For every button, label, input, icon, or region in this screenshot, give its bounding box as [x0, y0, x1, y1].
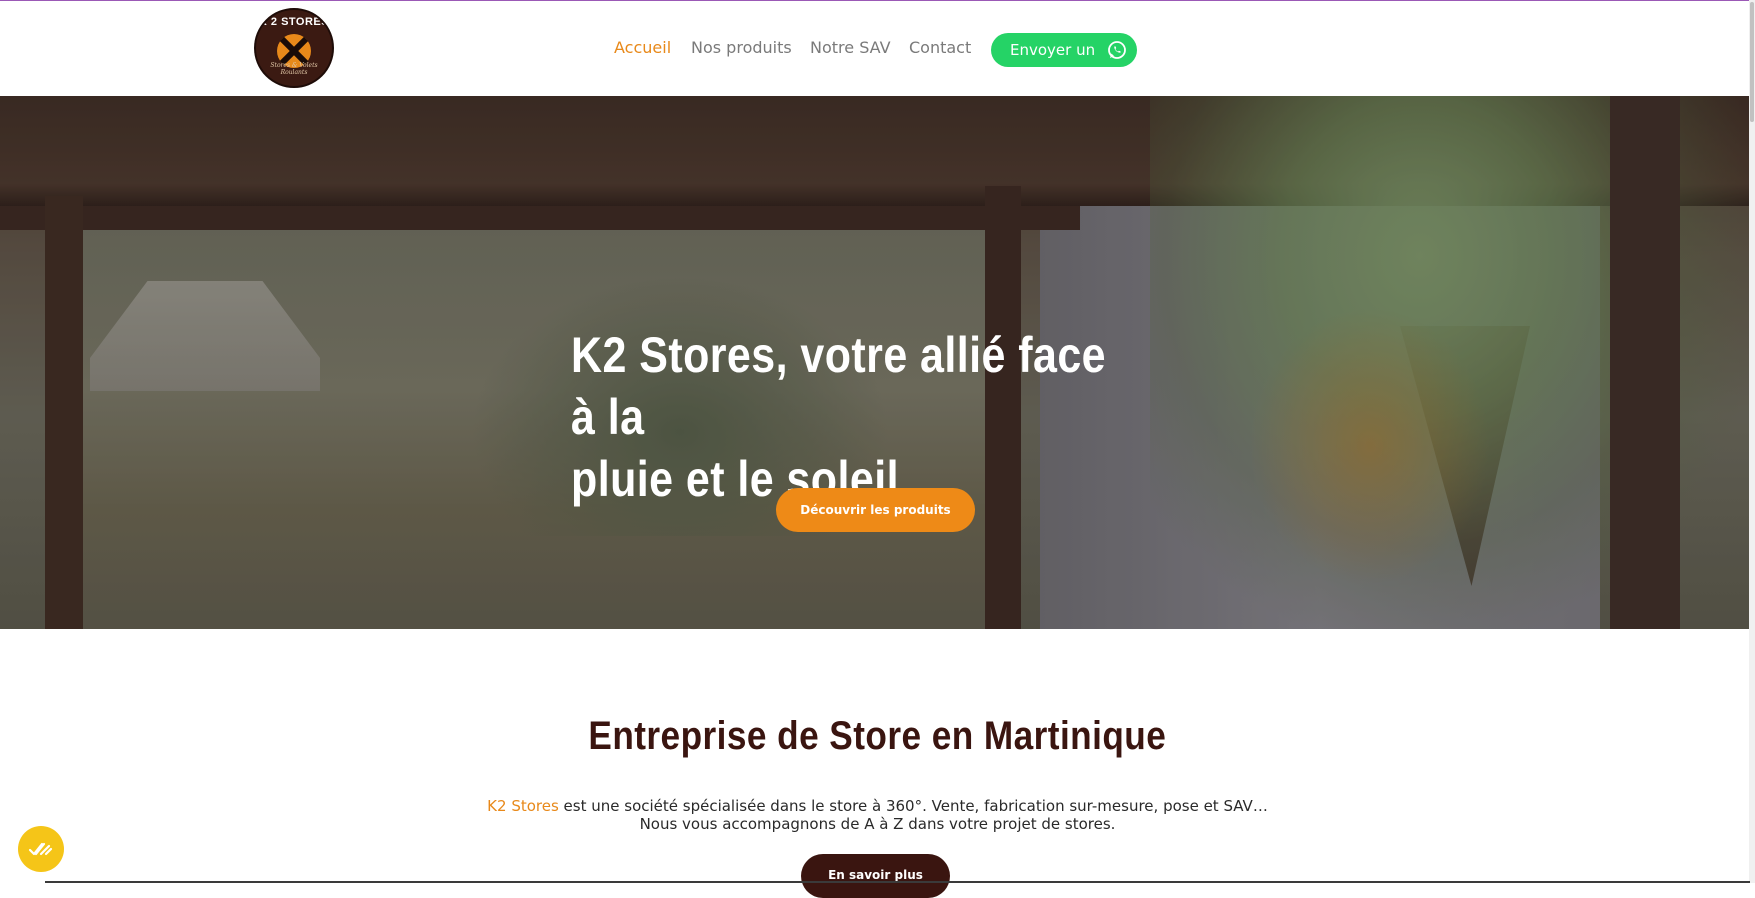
cookie-consent-button[interactable]: [18, 826, 64, 872]
whatsapp-button[interactable]: Envoyer un: [991, 33, 1137, 67]
nav-item-notre-sav[interactable]: Notre SAV: [810, 38, 891, 57]
discover-products-button[interactable]: Découvrir les produits: [776, 488, 975, 532]
intro-text: K2 Stores est une société spécialisée da…: [0, 797, 1755, 833]
logo-name: K 2 STORES: [258, 16, 330, 28]
logo[interactable]: K 2 STORES Stores & Volets Roulants: [254, 8, 334, 88]
hero-banner: K2 Stores, votre allié face à la pluie e…: [0, 96, 1749, 629]
brand-link[interactable]: K2 Stores: [487, 797, 559, 815]
learn-more-button[interactable]: En savoir plus: [801, 854, 950, 898]
nav-item-nos-produits[interactable]: Nos produits: [691, 38, 792, 57]
scrollbar-track[interactable]: [1749, 0, 1755, 883]
site-header: K 2 STORES Stores & Volets Roulants Accu…: [0, 1, 1755, 96]
section-title: Entreprise de Store en Martinique: [0, 714, 1755, 759]
intro-line-2: Nous vous accompagnons de A à Z dans vot…: [639, 815, 1116, 833]
logo-tagline: Stores & Volets Roulants: [270, 62, 318, 76]
whatsapp-button-label: Envoyer un: [1010, 41, 1096, 59]
hero-title: K2 Stores, votre allié face à la pluie e…: [571, 324, 1121, 510]
cookie-consent-icon: [28, 842, 53, 856]
nav-item-contact[interactable]: Contact: [909, 38, 971, 57]
intro-line-1-text: est une société spécialisée dans le stor…: [558, 797, 1268, 815]
hero-title-line1: K2 Stores, votre allié face à la: [571, 327, 1107, 445]
scrollbar-thumb[interactable]: [1750, 2, 1754, 122]
nav-item-accueil[interactable]: Accueil: [614, 38, 671, 57]
intro-line-1: K2 Stores est une société spécialisée da…: [0, 797, 1755, 815]
section-title-text: Entreprise de Store en Martinique: [588, 714, 1167, 758]
whatsapp-icon: [1108, 41, 1126, 59]
